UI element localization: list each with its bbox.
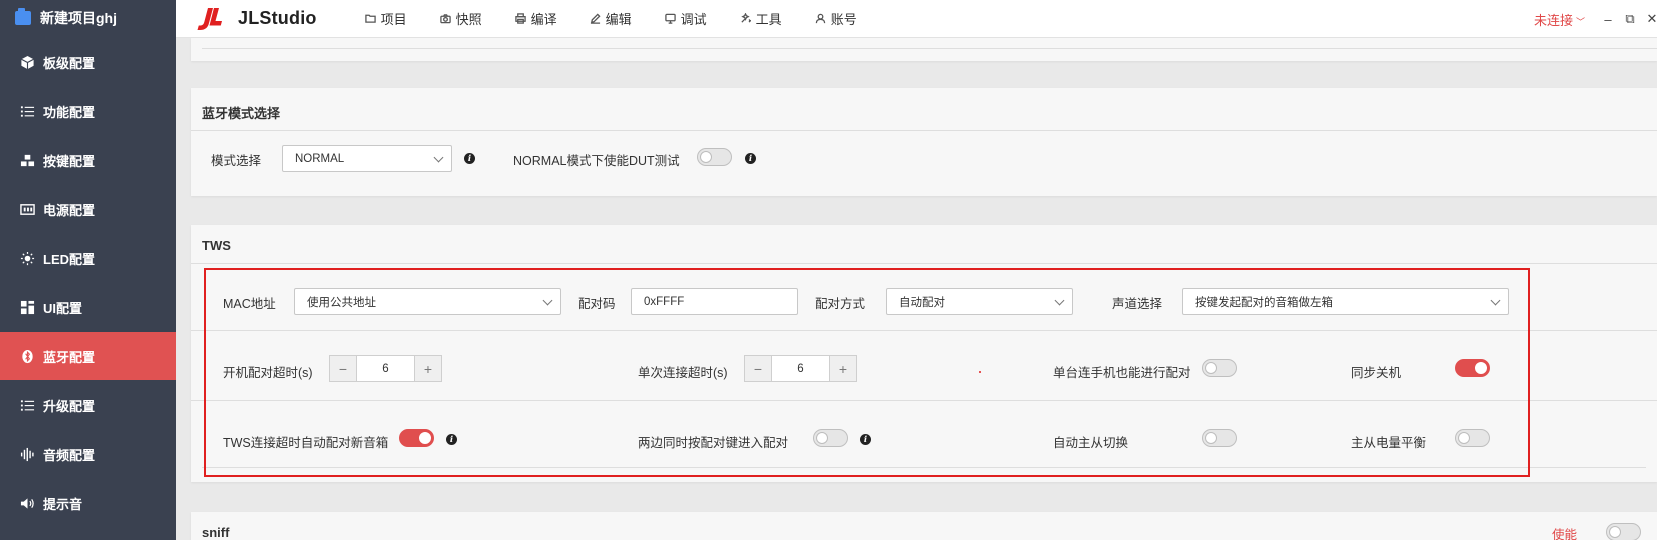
chevron-down-icon: ﹀ [1575,16,1585,27]
connection-status[interactable]: 未连接 ﹀ [1534,10,1585,29]
keys-icon [19,152,35,168]
dut-test-toggle[interactable] [697,148,732,166]
cube-icon [19,54,35,70]
menu-label: 编译 [530,12,557,27]
sidebar-item-power[interactable]: 电源配置 [0,185,176,233]
sidebar-item-prompt-tone[interactable]: 提示音 [0,479,176,527]
sidebar-item-label: UI配置 [43,300,83,316]
menu-label: 调试 [680,12,707,27]
menu-project[interactable]: 项目 [365,9,407,28]
menu-account[interactable]: 账号 [815,9,857,28]
sidebar-item-label: 音频配置 [43,447,96,463]
restore-button[interactable]: ⧉ [1619,8,1641,30]
project-header[interactable]: 新建项目ghj [0,0,176,36]
sidebar-item-ui[interactable]: UI配置 [0,283,176,331]
connection-status-label: 未连接 [1533,12,1573,28]
mode-select-label: 模式选择 [211,154,262,168]
info-icon[interactable]: i [464,153,475,164]
sidebar: 新建项目ghj 板级配置 功能配置 按键配置 电源配置 LED配置 UI配置 蓝… [0,0,176,540]
tws-title: TWS [202,238,231,253]
folder-icon [365,13,377,25]
speaker-icon [19,495,35,511]
folder-icon [15,8,31,25]
toggle-knob [700,151,712,163]
sidebar-item-bluetooth[interactable]: 蓝牙配置 [0,332,176,380]
header-right: 未连接 ﹀ – ⧉ ✕ [1534,0,1657,38]
sidebar-item-upgrade[interactable]: 升级配置 [0,381,176,429]
list-icon [19,103,35,119]
power-icon [19,201,35,217]
dut-test-label: NORMAL模式下使能DUT测试 [513,154,680,168]
sidebar-item-board[interactable]: 板级配置 [0,38,176,86]
jl-logo-icon [194,5,224,33]
sidebar-item-audio[interactable]: 音频配置 [0,430,176,478]
info-icon[interactable]: i [745,153,756,164]
menu-edit[interactable]: 编辑 [590,9,632,28]
bluetooth-icon [19,348,35,364]
sidebar-item-label: 按键配置 [43,153,96,169]
list-icon [19,397,35,413]
mode-select[interactable]: NORMAL [282,145,452,172]
audio-wave-icon [19,446,35,462]
menu-snapshot[interactable]: 快照 [440,9,482,28]
highlight-annotation [204,268,1530,477]
grid-icon [19,299,35,315]
printer-icon [515,13,527,25]
user-icon [815,13,827,25]
main-menu: 项目 快照 编译 编辑 调试 工具 账号 [365,9,890,28]
tools-icon [740,13,752,25]
sniff-card: sniff 使能 [191,512,1657,540]
menu-label: 快照 [455,12,482,27]
sidebar-item-keys[interactable]: 按键配置 [0,136,176,184]
sniff-title: sniff [202,525,230,540]
close-button[interactable]: ✕ [1641,8,1657,30]
menu-label: 工具 [755,12,782,27]
sidebar-item-label: 功能配置 [43,104,96,120]
app-title: JLStudio [238,8,317,28]
menu-label: 账号 [830,12,857,27]
top-header: JLStudio 项目 快照 编译 编辑 调试 工具 账号 未连接 ﹀ – ⧉ … [176,0,1657,38]
sidebar-item-label: 升级配置 [43,398,96,414]
toggle-knob [1609,526,1621,538]
sniff-enable-toggle[interactable] [1606,523,1641,540]
menu-label: 编辑 [605,12,632,27]
sidebar-item-function[interactable]: 功能配置 [0,87,176,135]
camera-icon [440,13,452,25]
project-name: 新建项目ghj [40,10,117,26]
bt-mode-title: 蓝牙模式选择 [202,106,281,121]
previous-section-card [191,38,1657,61]
led-icon [19,250,35,266]
sidebar-item-label: 电源配置 [43,202,96,218]
divider [191,130,1657,131]
sidebar-item-label: 蓝牙配置 [43,349,96,365]
menu-debug[interactable]: 调试 [665,9,707,28]
chevron-down-icon [433,152,444,163]
divider [202,48,1657,49]
menu-label: 项目 [380,12,407,27]
bt-mode-card: 蓝牙模式选择 模式选择 NORMAL i NORMAL模式下使能DUT测试 i [191,88,1657,196]
sidebar-item-label: 提示音 [43,496,83,512]
divider [191,263,1657,264]
sidebar-item-label: 板级配置 [43,55,96,71]
pencil-icon [590,13,602,25]
mode-select-value: NORMAL [295,152,345,165]
minimize-button[interactable]: – [1597,8,1619,30]
sidebar-item-label: LED配置 [43,251,96,267]
menu-compile[interactable]: 编译 [515,9,557,28]
menu-tools[interactable]: 工具 [740,9,782,28]
sidebar-item-led[interactable]: LED配置 [0,234,176,282]
monitor-icon [665,13,677,25]
sniff-enable-label: 使能 [1551,528,1577,540]
